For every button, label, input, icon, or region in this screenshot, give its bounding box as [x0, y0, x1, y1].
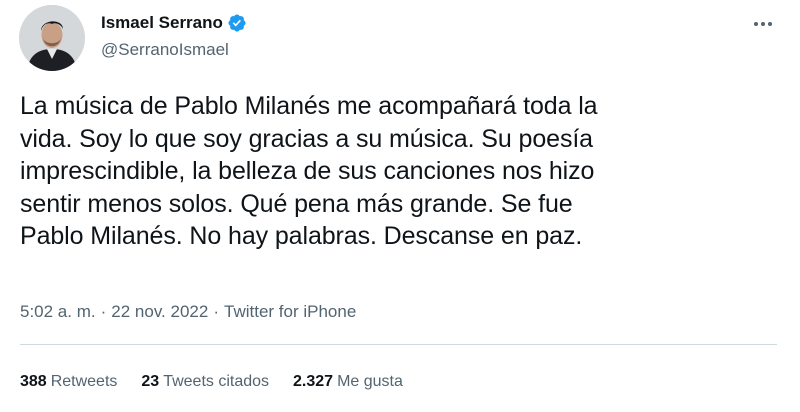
tweet-text-line: sentir menos solos. Qué pena más grande.…: [20, 189, 573, 218]
person-avatar-icon: [19, 5, 85, 71]
display-name-row: Ismael Serrano: [101, 11, 247, 35]
quotes-label: Tweets citados: [163, 373, 270, 390]
retweets-label: Retweets: [50, 373, 118, 390]
quotes-stat[interactable]: 23 Tweets citados: [141, 373, 269, 391]
display-name[interactable]: Ismael Serrano: [101, 13, 223, 33]
more-dots-icon: [754, 22, 758, 26]
verified-badge-icon: [227, 13, 247, 33]
tweet-text-line: imprescindible, la belleza de sus cancio…: [20, 157, 595, 185]
tweet-meta: 5:02 a. m. · 22 nov. 2022 · Twitter for iPho…: [20, 302, 356, 322]
retweets-count: 388: [20, 373, 47, 390]
meta-separator: ·: [213, 302, 219, 321]
tweet-date[interactable]: 22 nov. 2022: [111, 302, 208, 321]
divider: [20, 344, 777, 345]
more-options-button[interactable]: [748, 14, 778, 34]
more-dots-icon: [768, 22, 772, 26]
tweet-text-line: La música de Pablo Milanés me acompañará…: [20, 92, 598, 120]
tweet-text: La música de Pablo Milanés me acompañará…: [20, 90, 780, 253]
tweet-time[interactable]: 5:02 a. m.: [20, 302, 96, 321]
tweet-stats: 388 Retweets 23 Tweets citados 2.327 Me gus…: [20, 373, 427, 391]
likes-label: Me gusta: [337, 373, 403, 390]
quotes-count: 23: [141, 373, 160, 390]
avatar[interactable]: [19, 5, 85, 71]
tweet-text-line: Pablo Milanés. No hay palabras. Descanse…: [20, 222, 583, 250]
tweet-text-line: vida. Soy lo que soy gracias a su música…: [20, 124, 593, 153]
handle[interactable]: @SerranoIsmael: [101, 40, 247, 60]
author-info: Ismael Serrano @SerranoIsmael: [101, 11, 247, 60]
tweet-card: Ismael Serrano @SerranoIsmael La música …: [0, 0, 800, 412]
more-dots-icon: [761, 22, 765, 26]
meta-separator: ·: [100, 302, 107, 321]
likes-count: 2.327: [293, 373, 334, 390]
tweet-source[interactable]: Twitter for iPhone: [224, 302, 356, 321]
retweets-stat[interactable]: 388 Retweets: [20, 373, 117, 391]
likes-stat[interactable]: 2.327 Me gusta: [293, 373, 403, 391]
